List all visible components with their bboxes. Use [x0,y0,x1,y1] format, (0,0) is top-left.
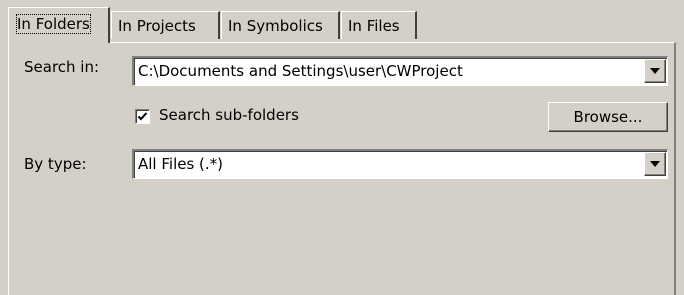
tab-panel-in-folders: Search in: C:\Documents and Settings\use… [8,42,676,295]
by-type-value: All Files (.*) [138,155,224,173]
tab-in-projects[interactable]: In Projects [111,11,220,39]
search-in-combobox[interactable]: C:\Documents and Settings\user\CWProject [132,56,668,86]
chevron-down-icon [650,68,660,74]
chevron-down-icon [650,161,660,167]
by-type-combobox[interactable]: All Files (.*) [132,149,668,179]
tab-strip: In Folders In Projects In Symbolics In F… [8,7,676,43]
search-in-dropdown-button[interactable] [644,59,666,83]
tab-label: In Projects [118,17,196,35]
checkmark-icon [137,112,148,121]
tab-in-folders[interactable]: In Folders [8,7,110,43]
search-subfolders-label[interactable]: Search sub-folders [159,106,299,124]
browse-button[interactable]: Browse... [548,102,668,132]
search-subfolders-checkbox[interactable] [135,109,150,124]
by-type-dropdown-button[interactable] [644,152,666,176]
search-in-value: C:\Documents and Settings\user\CWProject [138,62,463,80]
find-dialog: In Folders In Projects In Symbolics In F… [0,0,684,295]
tab-label: In Symbolics [228,17,323,35]
tab-label: In Folders [15,14,91,34]
search-in-label: Search in: [24,58,100,76]
tab-in-symbolics[interactable]: In Symbolics [221,11,340,39]
tab-label: In Files [348,17,400,35]
browse-button-label: Browse... [573,108,643,126]
by-type-label: By type: [24,155,87,173]
tab-in-files[interactable]: In Files [341,11,417,39]
